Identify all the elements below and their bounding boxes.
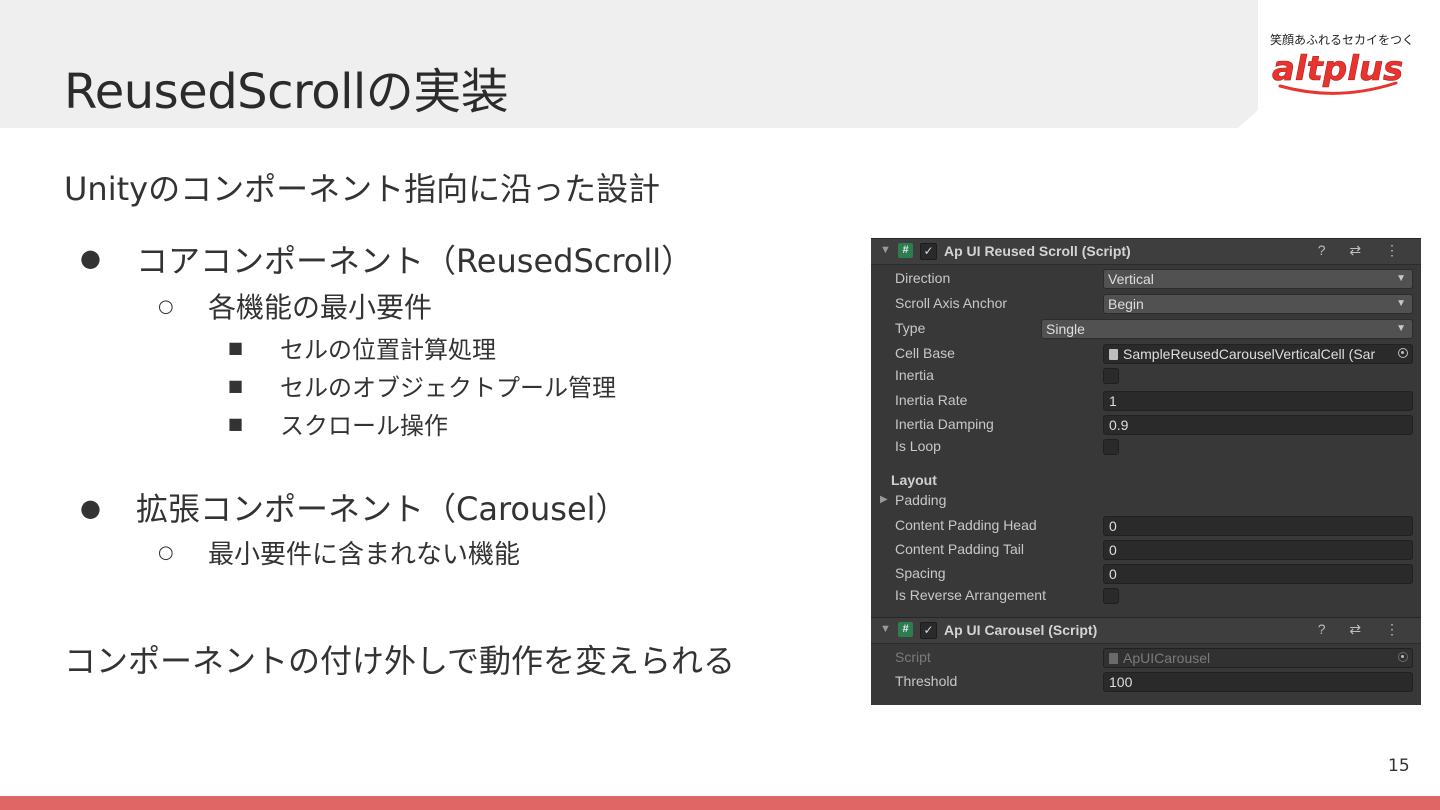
threshold-label: Threshold xyxy=(895,673,958,689)
core-sub-heading: 各機能の最小要件 xyxy=(208,291,433,324)
is-loop-label: Is Loop xyxy=(895,438,941,454)
bottom-accent-bar xyxy=(0,796,1440,810)
bullet-level2-ext: ○ xyxy=(158,542,174,563)
padding-label[interactable]: Padding xyxy=(895,492,946,508)
page-number: 15 xyxy=(1388,756,1410,776)
inertia-rate-input[interactable]: 1 xyxy=(1103,391,1413,411)
component-menu-icons[interactable]: ? ⇄ ⋮ xyxy=(1318,242,1409,259)
conclusion-text: コンポーネントの付け外しで動作を変えられる xyxy=(64,642,736,680)
is-reverse-arrangement-checkbox[interactable] xyxy=(1103,588,1119,604)
component-enable-checkbox[interactable]: ✓ xyxy=(920,243,937,260)
padding-foldout-icon[interactable]: ▶ xyxy=(880,494,888,505)
type-value: Single xyxy=(1046,321,1085,337)
ext-component-heading: 拡張コンポーネント（Carousel） xyxy=(136,490,628,528)
direction-label: Direction xyxy=(895,270,951,286)
bullet-level3: ■ xyxy=(228,376,244,395)
dropdown-arrow-icon: ▼ xyxy=(1396,323,1406,334)
threshold-input[interactable]: 100 xyxy=(1103,672,1413,692)
bullet-level2-core: ○ xyxy=(158,296,174,317)
type-label: Type xyxy=(895,320,926,336)
slide-title: ReusedScrollの実装 xyxy=(64,64,509,120)
dropdown-arrow-icon: ▼ xyxy=(1396,298,1406,309)
direction-dropdown[interactable]: Vertical ▼ xyxy=(1103,269,1413,289)
script-file-icon xyxy=(1109,653,1118,664)
script-label: Script xyxy=(895,649,931,665)
direction-value: Vertical xyxy=(1108,271,1154,287)
core-item: スクロール操作 xyxy=(280,412,448,440)
type-dropdown[interactable]: Single ▼ xyxy=(1041,319,1413,339)
inertia-damping-label: Inertia Damping xyxy=(895,416,994,432)
core-component-heading: コアコンポーネント（ReusedScroll） xyxy=(136,242,694,280)
is-loop-checkbox[interactable] xyxy=(1103,439,1119,455)
subtitle: Unityのコンポーネント指向に沿った設計 xyxy=(64,170,661,208)
spacing-input[interactable]: 0 xyxy=(1103,564,1413,584)
component-name: Ap UI Reused Scroll (Script) xyxy=(944,243,1131,259)
unity-inspector: ▼ # ✓ Ap UI Reused Scroll (Script) ? ⇄ ⋮… xyxy=(871,238,1421,705)
object-picker-icon[interactable] xyxy=(1398,348,1408,358)
bullet-level3: ■ xyxy=(228,414,244,433)
cell-base-label: Cell Base xyxy=(895,345,955,361)
spacing-label: Spacing xyxy=(895,565,946,581)
scroll-axis-anchor-dropdown[interactable]: Begin ▼ xyxy=(1103,294,1413,314)
dropdown-arrow-icon: ▼ xyxy=(1396,273,1406,284)
content-padding-tail-input[interactable]: 0 xyxy=(1103,540,1413,560)
component-enable-checkbox[interactable]: ✓ xyxy=(920,622,937,639)
anchor-value: Begin xyxy=(1108,296,1144,312)
inertia-label: Inertia xyxy=(895,367,934,383)
script-icon: # xyxy=(898,243,913,258)
carousel-component-header[interactable]: ▼ # ✓ Ap UI Carousel (Script) ? ⇄ ⋮ xyxy=(871,617,1421,644)
layout-section-header: Layout xyxy=(891,472,937,488)
prefab-file-icon xyxy=(1109,349,1118,360)
inertia-checkbox[interactable] xyxy=(1103,368,1119,384)
cell-base-value: SampleReusedCarouselVerticalCell (Sar xyxy=(1123,346,1376,362)
logo-tagline: 笑顔あふれるセカイをつくる xyxy=(1270,32,1412,47)
component-menu-icons[interactable]: ? ⇄ ⋮ xyxy=(1318,621,1409,638)
logo-brand: altplus xyxy=(1272,49,1403,89)
bullet-level3: ■ xyxy=(228,338,244,357)
content-padding-tail-label: Content Padding Tail xyxy=(895,541,1024,557)
altplus-logo: 笑顔あふれるセカイをつくる altplus xyxy=(1270,32,1412,95)
inertia-rate-label: Inertia Rate xyxy=(895,392,968,408)
bullet-level1-ext: ● xyxy=(80,494,101,522)
script-value: ApUICarousel xyxy=(1123,650,1211,666)
script-object-field: ApUICarousel xyxy=(1103,648,1413,668)
core-item: セルの位置計算処理 xyxy=(280,336,496,364)
inertia-damping-input[interactable]: 0.9 xyxy=(1103,415,1413,435)
ext-sub-heading: 最小要件に含まれない機能 xyxy=(208,540,521,570)
foldout-arrow-icon[interactable]: ▼ xyxy=(880,244,891,256)
object-picker-icon xyxy=(1398,652,1408,662)
bullet-level1-core: ● xyxy=(80,244,101,272)
cell-base-object-field[interactable]: SampleReusedCarouselVerticalCell (Sar xyxy=(1103,344,1413,364)
reused-scroll-component-header[interactable]: ▼ # ✓ Ap UI Reused Scroll (Script) ? ⇄ ⋮ xyxy=(871,238,1421,265)
script-icon: # xyxy=(898,622,913,637)
core-item: セルのオブジェクトプール管理 xyxy=(280,374,616,402)
component-name: Ap UI Carousel (Script) xyxy=(944,622,1098,638)
is-reverse-arrangement-label: Is Reverse Arrangement xyxy=(895,587,1046,603)
content-padding-head-label: Content Padding Head xyxy=(895,517,1037,533)
foldout-arrow-icon[interactable]: ▼ xyxy=(880,623,891,635)
content-padding-head-input[interactable]: 0 xyxy=(1103,516,1413,536)
scroll-axis-anchor-label: Scroll Axis Anchor xyxy=(895,295,1008,311)
